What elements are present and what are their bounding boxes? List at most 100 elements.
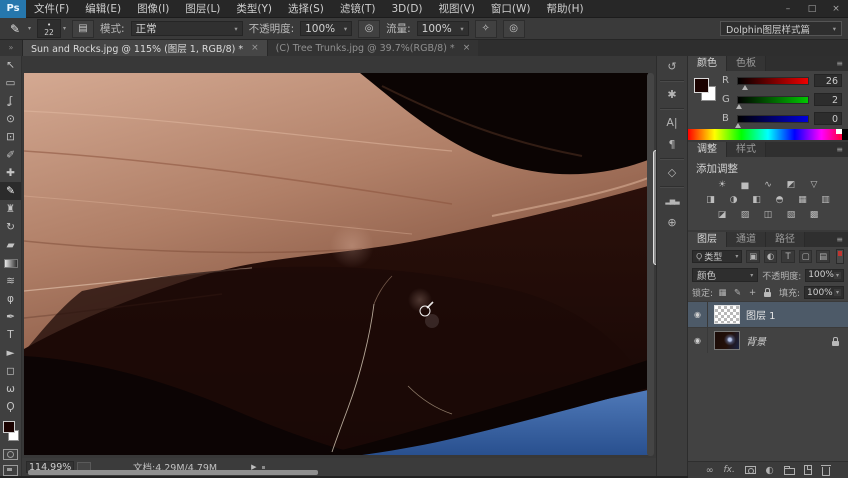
color-balance-icon[interactable]: ◑ — [725, 194, 742, 207]
shape-layer-filter-icon[interactable]: ▢ — [799, 250, 812, 263]
dodge-tool[interactable]: φ — [0, 290, 21, 308]
quick-mask-button[interactable] — [3, 449, 18, 460]
layer-name[interactable]: 背景 — [746, 333, 766, 348]
clone-stamp-tool[interactable]: ♜ — [0, 200, 21, 218]
panel-menu-icon[interactable]: ≡ — [831, 142, 848, 157]
minimize-button[interactable]: – — [776, 0, 800, 18]
gradient-tool[interactable] — [0, 254, 21, 272]
quick-selection-tool[interactable]: ⊙ — [0, 110, 21, 128]
toggle-brush-panel-icon[interactable]: ▤ — [72, 20, 94, 38]
document-tab-tree-trunks[interactable]: (C) Tree Trunks.jpg @ 39.7%(RGB/8) * × — [267, 40, 479, 56]
new-layer-icon[interactable] — [804, 465, 812, 475]
brush-tool[interactable]: ✎ — [0, 182, 21, 200]
foreground-color-swatch[interactable] — [3, 421, 15, 433]
exposure-icon[interactable]: ◩ — [783, 179, 800, 192]
layer-fill-combo[interactable]: 100% ▾ — [804, 286, 844, 299]
marquee-tool[interactable]: ▭ — [0, 74, 21, 92]
blur-tool[interactable]: ≋ — [0, 272, 21, 290]
tab-color[interactable]: 颜色 — [688, 56, 727, 71]
eraser-tool[interactable]: ▰ — [0, 236, 21, 254]
blue-value[interactable]: 0 — [814, 112, 842, 125]
maximize-button[interactable]: □ — [800, 0, 824, 18]
airbrush-icon[interactable]: ✧ — [475, 20, 497, 38]
smart-object-filter-icon[interactable]: ▤ — [816, 250, 829, 263]
tool-preset-dropdown-arrow[interactable]: ▾ — [28, 25, 31, 32]
flow-select[interactable]: 100% ▾ — [417, 21, 469, 36]
menu-edit[interactable]: 编辑(E) — [77, 0, 129, 18]
history-panel-icon[interactable]: ↺ — [657, 56, 687, 78]
shape-tool[interactable]: ◻ — [0, 362, 21, 380]
curves-icon[interactable]: ∿ — [760, 179, 777, 192]
hue-saturation-icon[interactable]: ◨ — [702, 194, 719, 207]
red-slider[interactable] — [737, 77, 809, 85]
new-group-icon[interactable] — [784, 468, 795, 475]
eyedropper-tool[interactable]: ✐ — [0, 146, 21, 164]
tab-paths[interactable]: 路径 — [766, 232, 805, 247]
menu-window[interactable]: 窗口(W) — [483, 0, 539, 18]
tab-swatches[interactable]: 色板 — [727, 56, 766, 71]
close-icon[interactable]: × — [463, 43, 471, 53]
canvas[interactable] — [22, 56, 656, 458]
tab-channels[interactable]: 通道 — [727, 232, 766, 247]
menu-help[interactable]: 帮助(H) — [539, 0, 592, 18]
workspace-switcher[interactable]: Dolphin图层样式篇 ▾ — [720, 21, 842, 36]
layer-style-fx-icon[interactable]: fx. — [724, 465, 735, 475]
crop-tool[interactable]: ⊡ — [0, 128, 21, 146]
layer-name[interactable]: 图层 1 — [746, 307, 776, 322]
color-spectrum-ramp[interactable] — [688, 129, 848, 140]
layer-filter-toggle[interactable] — [836, 249, 844, 264]
brush-preset-picker[interactable]: • 22 — [37, 19, 61, 38]
link-layers-icon[interactable]: ∞ — [706, 465, 714, 476]
toolbar-collapse-icon[interactable]: » — [0, 40, 23, 56]
character-panel-icon[interactable]: A| — [657, 112, 687, 134]
menu-select[interactable]: 选择(S) — [280, 0, 332, 18]
invert-icon[interactable]: ◪ — [714, 209, 731, 222]
path-selection-tool[interactable]: ► — [0, 344, 21, 362]
hand-tool[interactable]: ω — [0, 380, 21, 398]
visibility-eye-icon[interactable]: ◉ — [688, 302, 708, 327]
tab-styles[interactable]: 样式 — [727, 142, 766, 157]
menu-view[interactable]: 视图(V) — [431, 0, 483, 18]
layer-blend-mode-select[interactable]: 颜色 ▾ — [692, 268, 758, 282]
posterize-icon[interactable]: ▨ — [737, 209, 754, 222]
adjustment-layer-filter-icon[interactable]: ◐ — [764, 250, 777, 263]
vibrance-icon[interactable]: ▽ — [806, 179, 823, 192]
blend-mode-select[interactable]: 正常 ▾ — [131, 21, 243, 36]
zoom-tool[interactable]: Ϙ — [0, 398, 21, 416]
slider-thumb[interactable] — [735, 123, 741, 128]
threshold-icon[interactable]: ◫ — [760, 209, 777, 222]
layer-thumbnail[interactable] — [714, 331, 740, 350]
panel-menu-icon[interactable]: ≡ — [831, 232, 848, 247]
blue-slider[interactable] — [737, 115, 809, 123]
history-brush-tool[interactable]: ↻ — [0, 218, 21, 236]
lock-pixels-icon[interactable]: ✎ — [732, 288, 743, 298]
lock-all-icon[interactable] — [762, 288, 773, 298]
brush-tool-preset-icon[interactable]: ✎ — [4, 20, 26, 38]
green-value[interactable]: 2 — [814, 93, 842, 106]
layer-thumbnail[interactable] — [714, 305, 740, 324]
pen-tool[interactable]: ✒ — [0, 308, 21, 326]
brush-picker-dropdown-arrow[interactable]: ▾ — [63, 25, 66, 32]
menu-type[interactable]: 类型(Y) — [228, 0, 280, 18]
close-button[interactable]: × — [824, 0, 848, 18]
new-adjustment-layer-icon[interactable]: ◐ — [765, 465, 773, 476]
lock-position-icon[interactable]: + — [747, 288, 758, 298]
tab-layers[interactable]: 图层 — [688, 232, 727, 247]
lock-transparency-icon[interactable]: ▦ — [717, 288, 728, 298]
document-tab-sun-and-rocks[interactable]: Sun and Rocks.jpg @ 115% (图层 1, RGB/8) *… — [23, 40, 267, 56]
type-tool[interactable]: T — [0, 326, 21, 344]
3d-panel-icon[interactable]: ◇ — [657, 162, 687, 184]
filter-kind-select[interactable]: Ϙ 类型 ▾ — [692, 250, 742, 263]
close-icon[interactable]: × — [251, 43, 259, 53]
screen-mode-button[interactable] — [3, 465, 18, 476]
histogram-panel-icon[interactable]: ▂▅▃ — [657, 190, 687, 212]
info-panel-icon[interactable]: ⊕ — [657, 212, 687, 234]
red-value[interactable]: 26 — [814, 74, 842, 87]
pressure-size-icon[interactable]: ◎ — [503, 20, 525, 38]
healing-brush-tool[interactable]: ✚ — [0, 164, 21, 182]
channel-mixer-icon[interactable]: ▦ — [794, 194, 811, 207]
opacity-select[interactable]: 100% ▾ — [300, 21, 352, 36]
add-layer-mask-icon[interactable] — [745, 466, 756, 474]
menu-3d[interactable]: 3D(D) — [383, 0, 430, 18]
layer-row-background[interactable]: ◉ 背景 — [688, 327, 848, 353]
